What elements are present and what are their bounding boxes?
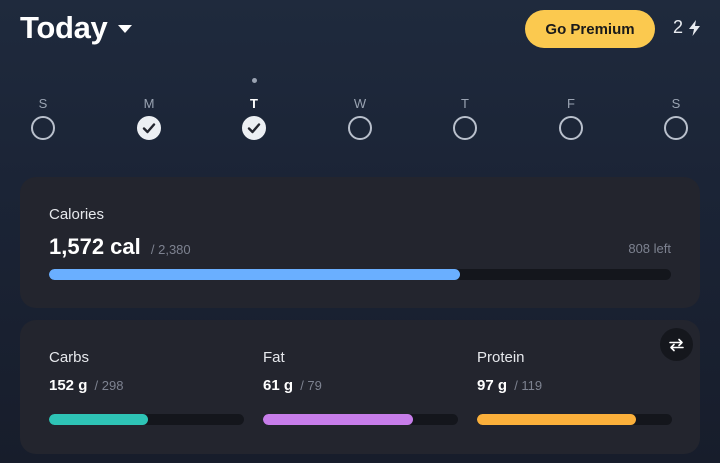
day-thursday[interactable]: T [445, 82, 485, 140]
day-label: S [38, 96, 48, 111]
day-selector[interactable]: Today [20, 10, 132, 46]
macro-value-row: 97 g / 119 [477, 377, 672, 394]
streak-counter[interactable]: 2 [673, 17, 701, 38]
swap-arrows-icon [669, 338, 684, 351]
day-saturday[interactable]: S [656, 82, 696, 140]
macro-progress-fill [49, 414, 149, 425]
streak-count: 2 [673, 17, 684, 37]
day-label: S [671, 96, 681, 111]
macro-name: Fat [263, 349, 285, 366]
calories-label: Calories [49, 206, 105, 223]
checkmark-icon [247, 123, 261, 134]
day-status-circle[interactable] [664, 116, 688, 140]
day-label: M [143, 96, 155, 111]
macro-progress-bar [263, 414, 458, 425]
day-label: F [567, 96, 575, 111]
macros-card[interactable]: Carbs 152 g / 298 Fat 61 g / 79 Protein … [20, 320, 700, 454]
macro-protein: Protein 97 g / 119 [477, 349, 672, 425]
week-strip: S M T W T F S [0, 78, 720, 152]
day-label: T [250, 96, 258, 111]
today-indicator-dot [251, 78, 257, 83]
calories-progress-fill [49, 269, 460, 280]
macro-fat: Fat 61 g / 79 [263, 349, 458, 425]
calories-remaining: 808 left [628, 241, 671, 256]
macro-progress-fill [263, 414, 414, 425]
calories-value: 1,572 cal [49, 234, 141, 259]
bolt-icon [689, 19, 701, 36]
macro-progress-fill [477, 414, 636, 425]
day-status-circle[interactable] [137, 116, 161, 140]
macro-value: 61 g [263, 377, 294, 394]
day-sunday[interactable]: S [23, 82, 63, 140]
day-tuesday-today[interactable]: T [234, 78, 274, 140]
macro-carbs: Carbs 152 g / 298 [49, 349, 244, 425]
swap-view-button[interactable] [660, 328, 693, 361]
macro-goal: / 79 [300, 378, 322, 393]
macro-value: 97 g [477, 377, 508, 394]
day-wednesday[interactable]: W [340, 82, 380, 140]
macro-value-row: 152 g / 298 [49, 377, 244, 394]
macro-name: Protein [477, 349, 525, 366]
go-premium-button[interactable]: Go Premium [525, 10, 655, 48]
day-label: T [461, 96, 469, 111]
calories-card[interactable]: Calories 1,572 cal / 2,380 808 left [20, 177, 700, 308]
macro-name: Carbs [49, 349, 90, 366]
macro-progress-bar [477, 414, 672, 425]
macro-goal: / 119 [514, 378, 543, 393]
day-monday[interactable]: M [129, 82, 169, 140]
header: Today Go Premium 2 [0, 0, 720, 60]
day-status-circle[interactable] [559, 116, 583, 140]
day-status-circle[interactable] [453, 116, 477, 140]
day-status-circle[interactable] [348, 116, 372, 140]
day-label: W [353, 96, 367, 111]
macro-goal: / 298 [94, 378, 124, 393]
caret-down-icon [117, 25, 132, 33]
page-title: Today [20, 10, 108, 45]
checkmark-icon [142, 123, 156, 134]
macro-value: 152 g [49, 377, 88, 394]
macro-progress-bar [49, 414, 244, 425]
calories-progress-bar [49, 269, 671, 280]
calories-goal: / 2,380 [150, 242, 191, 257]
day-status-circle[interactable] [31, 116, 55, 140]
calories-value-row: 1,572 cal / 2,380 [49, 234, 191, 260]
day-friday[interactable]: F [551, 82, 591, 140]
day-status-circle[interactable] [242, 116, 266, 140]
macro-value-row: 61 g / 79 [263, 377, 458, 394]
